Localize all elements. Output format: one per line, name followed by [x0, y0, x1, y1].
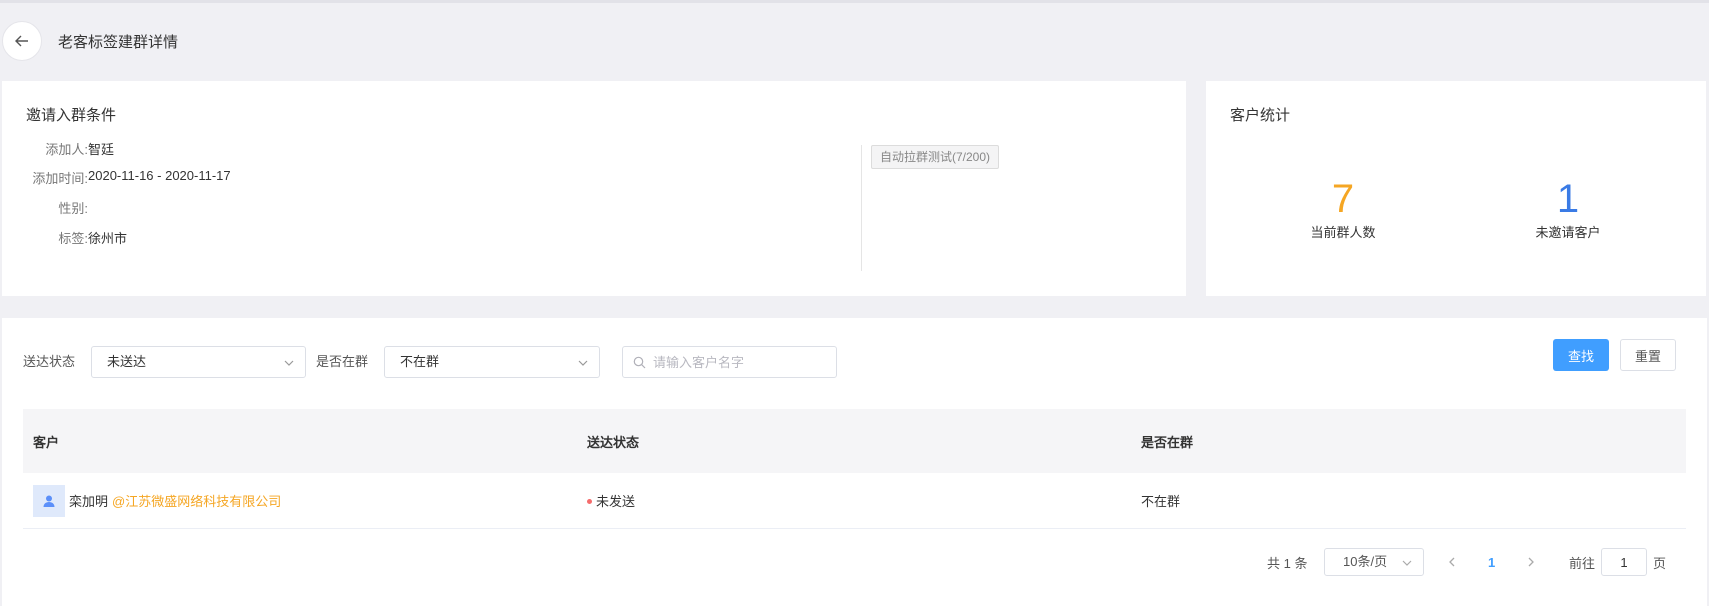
avatar: [33, 484, 65, 517]
column-header-in-group: 是否在群: [1141, 434, 1194, 450]
in-group-value: 不在群: [400, 354, 440, 369]
customer-corp: @江苏微盛网络科技有限公司: [112, 494, 282, 509]
stat-current-members: 7 当前群人数: [1263, 176, 1423, 241]
page-size-select[interactable]: 10条/页: [1324, 548, 1424, 576]
condition-row-add-time: 添加时间: 2020-11-16 - 2020-11-17: [2, 168, 231, 187]
status-text: 未发送: [596, 494, 636, 509]
stat-uninvited: 1 未邀请客户: [1488, 176, 1648, 241]
table-header: 客户 送达状态 是否在群: [23, 409, 1686, 473]
goto-suffix: 页: [1653, 555, 1667, 571]
chevron-right-icon: [1528, 557, 1534, 567]
group-tag: 自动拉群测试(7/200): [871, 145, 1000, 169]
condition-label: 标签:: [58, 231, 88, 246]
condition-value: 智廷: [88, 142, 115, 157]
condition-row-gender: 性别:: [2, 198, 88, 217]
condition-label: 性别:: [58, 201, 88, 216]
search-input[interactable]: [653, 347, 833, 377]
condition-row-adder: 添加人: 智廷: [2, 139, 114, 158]
vertical-divider: [861, 145, 862, 271]
prev-page-button[interactable]: [1446, 548, 1458, 576]
conditions-title: 邀请入群条件: [26, 107, 117, 124]
customer-name: 栾加明: [69, 494, 109, 509]
chevron-down-icon: [284, 360, 294, 366]
column-header-status: 送达状态: [587, 434, 640, 450]
stat-value: 1: [1556, 177, 1580, 221]
search-icon: [633, 356, 646, 369]
invite-conditions-card: 邀请入群条件 添加人: 智廷 添加时间: 2020-11-16 - 2020-1…: [2, 81, 1186, 296]
stat-value: 7: [1331, 177, 1355, 221]
condition-value: 徐州市: [88, 231, 128, 246]
in-group-label: 是否在群: [316, 354, 369, 369]
status-cell: 未发送: [577, 491, 1131, 510]
customer-cell: 栾加明 @江苏微盛网络科技有限公司: [23, 484, 577, 517]
customer-table: 客户 送达状态 是否在群 栾加明 @江苏微盛网络科技有限公司 未发送 不在群: [23, 409, 1686, 529]
in-group-select[interactable]: 不在群: [384, 346, 600, 378]
customer-search: [622, 346, 837, 378]
condition-row-tag: 标签: 徐州市: [2, 228, 127, 247]
stats-title: 客户统计: [1230, 107, 1291, 124]
page-header: 老客标签建群详情: [0, 20, 600, 62]
back-button[interactable]: [2, 21, 42, 61]
next-page-button[interactable]: [1525, 548, 1537, 576]
search-button[interactable]: 查找: [1553, 339, 1609, 371]
arrow-left-icon: [15, 35, 28, 47]
chevron-left-icon: [1449, 557, 1455, 567]
in-group-cell: 不在群: [1141, 494, 1181, 509]
reset-button[interactable]: 重置: [1620, 339, 1676, 371]
stat-label: 未邀请客户: [1535, 225, 1601, 240]
send-status-value: 未送达: [107, 354, 147, 369]
send-status-select[interactable]: 未送达: [91, 346, 306, 378]
pagination-total: 共 1 条: [1267, 555, 1308, 571]
condition-value: 2020-11-16 - 2020-11-17: [88, 168, 231, 183]
stat-label: 当前群人数: [1310, 225, 1376, 240]
chevron-down-icon: [1402, 560, 1412, 566]
user-icon: [43, 495, 55, 507]
goto-label: 前往: [1569, 555, 1596, 571]
send-status-label: 送达状态: [23, 354, 76, 369]
page-number-current[interactable]: 1: [1488, 548, 1495, 576]
customer-stats-card: 客户统计 7 当前群人数 1 未邀请客户: [1206, 81, 1706, 296]
column-header-customer: 客户: [33, 434, 60, 450]
top-divider: [0, 0, 1709, 3]
page-title: 老客标签建群详情: [58, 33, 179, 51]
chevron-down-icon: [578, 360, 588, 366]
page-jumper: 前往 页: [1569, 548, 1666, 576]
condition-label: 添加时间:: [32, 171, 88, 186]
customer-list-card: 送达状态 未送达 是否在群 不在群 查找 重置 客户 送达状态 是否在群 栾加明…: [2, 318, 1707, 606]
status-dot: [587, 499, 592, 504]
table-row[interactable]: 栾加明 @江苏微盛网络科技有限公司 未发送 不在群: [23, 473, 1686, 529]
condition-label: 添加人:: [45, 142, 88, 157]
page-size-value: 10条/页: [1343, 554, 1388, 569]
goto-page-input[interactable]: [1601, 548, 1648, 576]
